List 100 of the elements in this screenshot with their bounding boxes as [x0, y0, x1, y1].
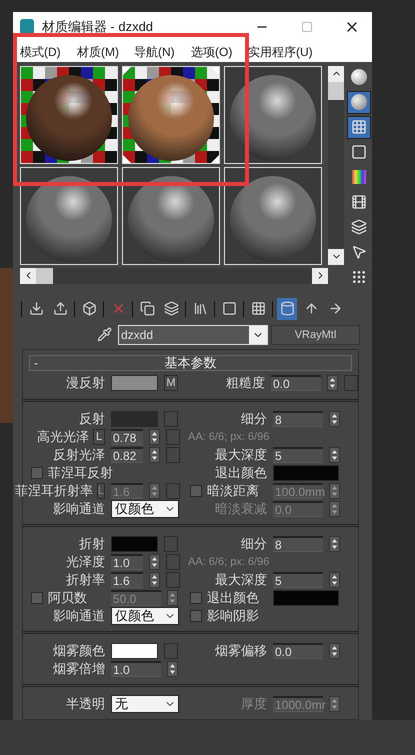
- sample-slot[interactable]: [122, 166, 220, 265]
- scroll-up-button[interactable]: [328, 66, 344, 82]
- field-label: 折射: [79, 535, 105, 554]
- vertical-scrollbar[interactable]: [328, 66, 344, 265]
- color-swatch[interactable]: [111, 411, 158, 427]
- side-toolbar-button[interactable]: [347, 116, 371, 139]
- up-down-arrows-icon: [151, 485, 158, 497]
- number-field[interactable]: 1.0: [111, 554, 143, 570]
- spinner-button[interactable]: [329, 411, 340, 427]
- spinner-button[interactable]: [149, 483, 160, 499]
- spinner-button[interactable]: [167, 661, 178, 677]
- up-down-arrows-icon: [331, 574, 338, 586]
- field-label: 影响阴影: [207, 607, 259, 626]
- number-field[interactable]: 8: [273, 536, 323, 552]
- rollout-header[interactable]: - 基本参数: [29, 355, 352, 371]
- material-type-button[interactable]: VRayMtl: [271, 324, 360, 345]
- spinner-button[interactable]: [329, 696, 340, 712]
- dropdown[interactable]: 仅颜色: [111, 607, 179, 625]
- collapse-toggle[interactable]: -: [34, 354, 38, 372]
- upload-icon: [52, 301, 68, 316]
- scroll-left-button[interactable]: [20, 268, 36, 284]
- scroll-right-button[interactable]: [312, 268, 328, 284]
- number-field[interactable]: 0.0: [271, 375, 321, 391]
- spinner-button[interactable]: [149, 447, 160, 463]
- dropdown[interactable]: 仅颜色: [111, 500, 179, 518]
- color-swatch[interactable]: [111, 643, 158, 659]
- color-swatch[interactable]: [273, 590, 339, 606]
- number-field[interactable]: 5: [273, 447, 323, 463]
- up-down-arrows-icon: [151, 556, 158, 568]
- spinner-button[interactable]: [329, 643, 340, 659]
- field-label: 最大深度: [215, 571, 267, 590]
- side-toolbar-button[interactable]: [347, 90, 371, 114]
- sample-slot[interactable]: [20, 66, 118, 164]
- spinner-button[interactable]: [149, 554, 160, 570]
- menu-item[interactable]: 选项(O): [191, 42, 248, 61]
- number-field[interactable]: 0.0: [273, 643, 323, 659]
- sample-slot[interactable]: [20, 166, 118, 265]
- sample-slot[interactable]: [122, 66, 220, 164]
- info-text: AA: 6/6; px: 6/96: [187, 430, 270, 445]
- scroll-thumb[interactable]: [36, 268, 53, 284]
- color-swatch[interactable]: [111, 375, 158, 391]
- menu-item[interactable]: 模式(D): [20, 42, 77, 61]
- number-field[interactable]: 5: [273, 572, 323, 588]
- field-label: 菲涅耳反射: [48, 464, 113, 482]
- checkbox[interactable]: [190, 610, 202, 622]
- sample-slot[interactable]: [224, 66, 322, 164]
- number-field[interactable]: 0.78: [111, 429, 143, 445]
- download-icon: [28, 301, 44, 316]
- checkbox[interactable]: [31, 467, 43, 479]
- square-icon: [351, 144, 367, 160]
- field-label: 高光光泽: [37, 428, 89, 446]
- field-label: 退出颜色: [207, 589, 259, 608]
- up-down-arrows-icon: [331, 645, 338, 657]
- map-button[interactable]: M: [164, 375, 178, 391]
- material-name: dzxdd: [120, 326, 154, 344]
- spinner-button[interactable]: [329, 501, 340, 517]
- field-label: 厚度: [241, 695, 267, 714]
- color-swatch[interactable]: [111, 536, 158, 552]
- menu-item[interactable]: 实用程序(U): [248, 42, 318, 61]
- field-label: 阿贝数: [48, 589, 87, 608]
- up-down-arrows-icon: [151, 574, 158, 586]
- cylinder-icon: [280, 301, 294, 316]
- field-label: 烟雾倍增: [53, 660, 105, 678]
- field-label: 影响通道: [53, 607, 105, 626]
- material-name-field[interactable]: dzxdd: [118, 324, 268, 345]
- field-label: 细分: [241, 410, 267, 428]
- right-arrow-icon: [328, 301, 342, 316]
- number-field[interactable]: 1.0: [111, 661, 161, 677]
- spinner-button[interactable]: [329, 536, 340, 552]
- eyedropper-icon: [97, 327, 112, 342]
- spinner-button[interactable]: [149, 572, 160, 588]
- spinner-button[interactable]: [329, 483, 340, 499]
- field-label: 粗糙度: [226, 374, 265, 392]
- spinner-button[interactable]: [329, 572, 340, 588]
- up-down-arrows-icon: [331, 449, 338, 461]
- up-down-arrows-icon: [169, 663, 176, 675]
- number-field[interactable]: 0.82: [111, 447, 143, 463]
- spinner-button[interactable]: [149, 429, 160, 445]
- menu-item[interactable]: 材质(M): [77, 42, 134, 61]
- number-field[interactable]: 8: [273, 411, 323, 427]
- number-field[interactable]: 1.6: [111, 572, 143, 588]
- up-down-arrows-icon: [151, 449, 158, 461]
- spinner-button[interactable]: [329, 447, 340, 463]
- field-label: 折射率: [66, 571, 105, 590]
- color-swatch[interactable]: [273, 465, 339, 481]
- dropdown[interactable]: 无: [111, 695, 179, 713]
- checkbox[interactable]: [190, 592, 202, 604]
- scroll-down-button[interactable]: [328, 248, 344, 265]
- spinner-button[interactable]: [327, 375, 338, 391]
- rollout-title: 基本参数: [164, 354, 216, 372]
- field-label: 烟雾偏移: [215, 642, 267, 660]
- horizontal-scrollbar[interactable]: [20, 268, 328, 284]
- field-label: 影响通道: [53, 500, 105, 518]
- scroll-thumb[interactable]: [328, 82, 344, 100]
- menu-item[interactable]: 导航(N): [134, 42, 191, 61]
- toolbar-button[interactable]: [277, 298, 297, 320]
- up-down-arrows-icon: [331, 485, 338, 497]
- spinner-button[interactable]: [167, 590, 178, 606]
- sample-slot[interactable]: [224, 166, 322, 265]
- lock-button[interactable]: L: [93, 429, 105, 445]
